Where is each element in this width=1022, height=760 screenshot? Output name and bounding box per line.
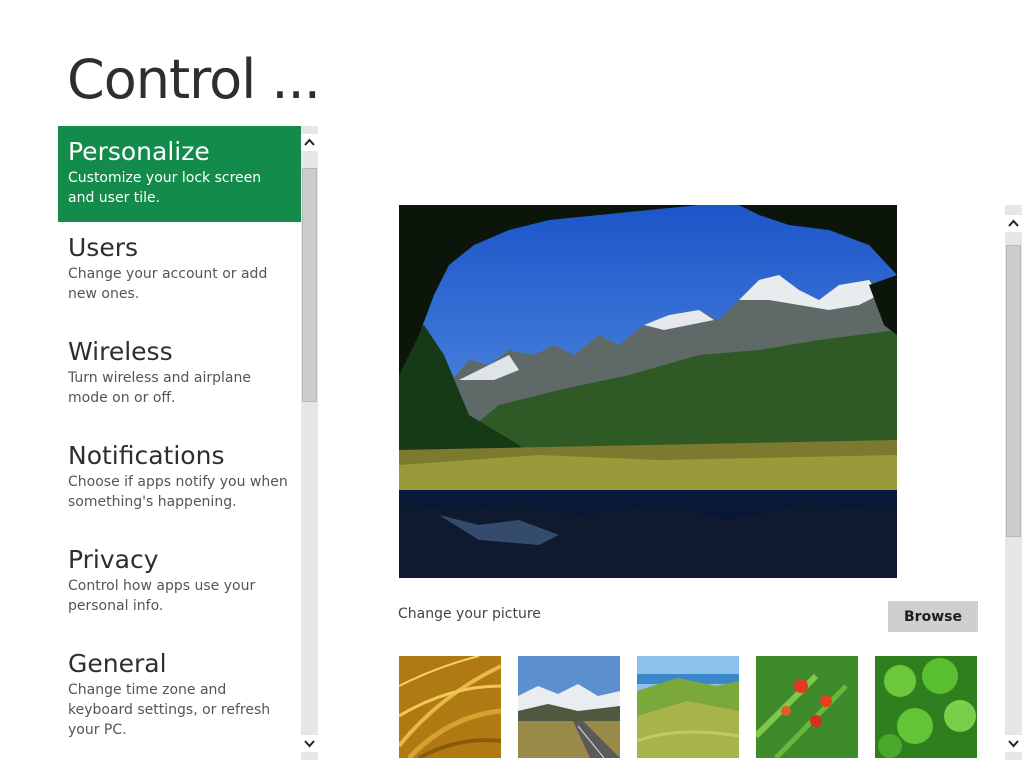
nav-item-title: Privacy (68, 545, 159, 574)
main-scrollbar[interactable] (1005, 205, 1022, 760)
chevron-up-icon[interactable] (301, 134, 318, 151)
nav-item-personalize[interactable]: Personalize Customize your lock screen a… (58, 126, 301, 222)
change-picture-label: Change your picture (398, 606, 541, 622)
nav-scrollbar-thumb[interactable] (302, 168, 317, 402)
nav-item-description: Customize your lock screen and user tile… (68, 170, 262, 206)
thumbnail-mountain-road[interactable] (518, 656, 620, 758)
nav-item-description: Change your account or add new ones. (68, 266, 268, 302)
chevron-up-icon[interactable] (1005, 215, 1022, 232)
chevron-down-icon[interactable] (301, 735, 318, 752)
main-scrollbar-thumb[interactable] (1006, 245, 1021, 537)
nav-item-title: Users (68, 233, 139, 262)
thumbnail-green-clover[interactable] (875, 656, 977, 758)
nav-item-general[interactable]: General Change time zone and keyboard se… (58, 638, 301, 742)
thumbnail-red-flowers[interactable] (756, 656, 858, 758)
nav-item-title: Wireless (68, 337, 173, 366)
nav-item-users[interactable]: Users Change your account or add new one… (58, 222, 301, 326)
browse-button[interactable]: Browse (888, 601, 978, 632)
chevron-down-icon[interactable] (1005, 735, 1022, 752)
thumbnail-golden-grass[interactable] (399, 656, 501, 758)
nav-item-description: Control how apps use your personal info. (68, 578, 256, 614)
settings-nav: Personalize Customize your lock screen a… (58, 126, 301, 760)
nav-item-description: Change time zone and keyboard settings, … (68, 682, 271, 738)
nav-item-privacy[interactable]: Privacy Control how apps use your person… (58, 534, 301, 638)
lock-screen-picture (399, 205, 897, 578)
nav-item-title: Notifications (68, 441, 225, 470)
nav-item-description: Choose if apps notify you when something… (68, 474, 288, 510)
thumbnail-coastal-hills[interactable] (637, 656, 739, 758)
nav-item-title: Personalize (68, 137, 210, 166)
page-title: Control ... (67, 48, 321, 111)
nav-item-description: Turn wireless and airplane mode on or of… (68, 370, 251, 406)
nav-item-notifications[interactable]: Notifications Choose if apps notify you … (58, 430, 301, 534)
nav-scrollbar[interactable] (301, 126, 318, 760)
nav-item-title: General (68, 649, 167, 678)
nav-item-wireless[interactable]: Wireless Turn wireless and airplane mode… (58, 326, 301, 430)
